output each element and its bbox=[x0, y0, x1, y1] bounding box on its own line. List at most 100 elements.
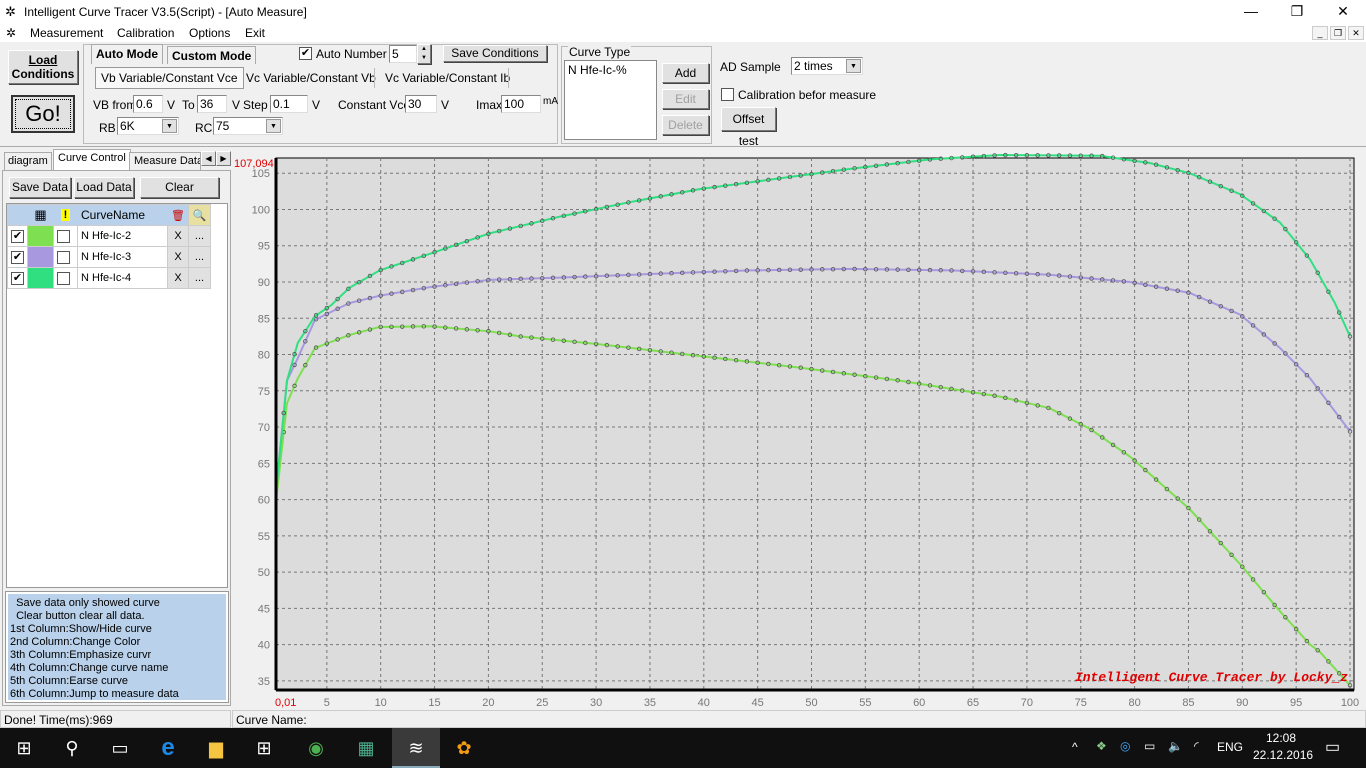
status-left: Done! Time(ms):969 bbox=[0, 710, 231, 728]
chevron-down-icon: ▼ bbox=[266, 119, 281, 133]
offset-test-button[interactable]: Offset test bbox=[721, 107, 776, 148]
tab-scroll-left[interactable]: ◀ bbox=[201, 151, 216, 166]
erase-button[interactable]: X bbox=[167, 267, 189, 289]
close-button[interactable]: ✕ bbox=[1320, 0, 1366, 24]
battery-icon[interactable]: ▭ bbox=[1144, 739, 1155, 753]
curve-table: ▦ ! CurveName 🗑 🔍 ✔ N Hfe-Ic-2 X ... ✔ N… bbox=[7, 204, 211, 289]
load-data-button[interactable]: Load Data bbox=[74, 177, 134, 198]
curve-name[interactable]: N Hfe-Ic-2 bbox=[77, 225, 168, 247]
curve-type-list[interactable]: N Hfe-Ic-% bbox=[564, 60, 657, 140]
y-tick-label: 80 bbox=[258, 350, 270, 362]
hfe-ic-chart[interactable]: 5 10 15 20 25 30 35 40 45 50 55 60 65 70 75 80 85 90 95 100… bbox=[232, 150, 1366, 709]
file-explorer-icon[interactable]: ▆ bbox=[192, 728, 240, 768]
emphasize-checkbox[interactable] bbox=[53, 246, 78, 268]
delete-button[interactable]: Delete bbox=[662, 115, 709, 135]
tab-diagram[interactable]: diagram bbox=[4, 152, 52, 170]
y-tick-label: 45 bbox=[258, 603, 270, 615]
jump-button[interactable]: ... bbox=[188, 267, 211, 289]
edit-button[interactable]: Edit bbox=[662, 89, 709, 109]
constant-vce-input[interactable]: 30 bbox=[405, 95, 437, 113]
edge-icon[interactable]: e bbox=[144, 728, 192, 768]
maximize-button[interactable]: ❐ bbox=[1274, 0, 1320, 24]
task-view-icon[interactable]: ▭ bbox=[96, 728, 144, 768]
dropbox-icon[interactable]: ❖ bbox=[1096, 739, 1107, 753]
add-button[interactable]: Add bbox=[662, 63, 709, 83]
auto-number-checkbox[interactable]: ✔ bbox=[299, 47, 312, 60]
emphasize-checkbox[interactable] bbox=[53, 267, 78, 289]
color-swatch[interactable] bbox=[27, 267, 54, 289]
menu-options[interactable]: Options bbox=[189, 26, 230, 40]
rc-select[interactable]: 75 ▼ bbox=[213, 117, 283, 135]
tab-vc-variable-vb[interactable]: Vc Variable/Constant Vb bbox=[246, 71, 376, 85]
tab-auto-mode[interactable]: Auto Mode bbox=[91, 44, 163, 64]
jump-button[interactable]: ... bbox=[188, 246, 211, 268]
auto-number-input[interactable]: 5 bbox=[389, 45, 417, 63]
tab-vb-variable[interactable]: Vb Variable/Constant Vce bbox=[95, 67, 244, 89]
tab-custom-mode[interactable]: Custom Mode bbox=[167, 46, 257, 64]
color-palette-icon: ▦ bbox=[27, 204, 54, 226]
save-data-button[interactable]: Save Data bbox=[9, 177, 71, 198]
ad-sample-select[interactable]: 2 times ▼ bbox=[791, 57, 863, 75]
tab-scroll-right[interactable]: ▶ bbox=[216, 151, 231, 166]
clock-time[interactable]: 12:08 bbox=[1266, 731, 1296, 745]
search-icon[interactable]: ⚲ bbox=[48, 728, 96, 768]
tab-vc-variable-ib[interactable]: Vc Variable/Constant Ib bbox=[385, 71, 510, 85]
y-tick-label: 100 bbox=[252, 204, 270, 216]
tab-curve-control[interactable]: Curve Control bbox=[53, 149, 131, 170]
active-app-icon[interactable]: ≋ bbox=[392, 728, 440, 768]
rb-select[interactable]: 6K ▼ bbox=[117, 117, 179, 135]
auto-number-spinner[interactable]: ▲ ▼ bbox=[417, 44, 431, 64]
tab-divider bbox=[374, 68, 375, 88]
color-swatch[interactable] bbox=[27, 225, 54, 247]
y-tick-label: 65 bbox=[258, 458, 270, 470]
curve-name[interactable]: N Hfe-Ic-4 bbox=[77, 267, 168, 289]
language-indicator[interactable]: ENG bbox=[1217, 740, 1243, 754]
clock-date[interactable]: 22.12.2016 bbox=[1253, 748, 1313, 762]
chevron-up-icon[interactable]: ^ bbox=[1072, 740, 1078, 754]
list-item[interactable]: N Hfe-Ic-% bbox=[565, 61, 656, 79]
load-conditions-button[interactable]: Load Conditions bbox=[8, 50, 78, 84]
rc-label: RC bbox=[195, 121, 213, 135]
chrome-icon[interactable]: ◉ bbox=[292, 728, 340, 768]
step-input[interactable]: 0.1 bbox=[270, 95, 308, 113]
app-icon-flower[interactable]: ✿ bbox=[440, 728, 488, 768]
vb-from-input[interactable]: 0.6 bbox=[133, 95, 163, 113]
calibration-checkbox[interactable] bbox=[721, 88, 734, 101]
erase-button[interactable]: X bbox=[167, 225, 189, 247]
notification-icon[interactable]: ▭ bbox=[1325, 737, 1340, 757]
erase-button[interactable]: X bbox=[167, 246, 189, 268]
clear-button[interactable]: Clear bbox=[140, 177, 219, 198]
status-curve-name: Curve Name: bbox=[232, 710, 1366, 728]
curve-tracer-app-icon[interactable]: ▦ bbox=[342, 728, 390, 768]
jump-button[interactable]: ... bbox=[188, 225, 211, 247]
rc-value: 75 bbox=[216, 119, 230, 133]
show-checkbox[interactable]: ✔ bbox=[7, 225, 28, 247]
mdi-minimize-button[interactable]: _ bbox=[1312, 26, 1328, 40]
menu-measurement[interactable]: Measurement bbox=[30, 26, 103, 40]
wifi-icon[interactable]: ◜ bbox=[1194, 739, 1199, 753]
menu-exit[interactable]: Exit bbox=[245, 26, 265, 40]
sync-icon[interactable]: ◎ bbox=[1120, 739, 1130, 753]
imax-input[interactable]: 100 bbox=[501, 95, 541, 113]
volume-icon[interactable]: 🔈 bbox=[1168, 739, 1183, 753]
tab-measure-data[interactable]: Measure Data bbox=[129, 152, 201, 170]
store-icon[interactable]: ⊞ bbox=[240, 728, 288, 768]
windows-start-icon[interactable]: ⊞ bbox=[0, 728, 48, 768]
show-checkbox[interactable]: ✔ bbox=[7, 246, 28, 268]
curve-name[interactable]: N Hfe-Ic-3 bbox=[77, 246, 168, 268]
color-swatch[interactable] bbox=[27, 246, 54, 268]
emphasize-checkbox[interactable] bbox=[53, 225, 78, 247]
table-row: ✔ N Hfe-Ic-4 X ... bbox=[7, 267, 211, 289]
to-input[interactable]: 36 bbox=[197, 95, 227, 113]
go-button[interactable]: Go! bbox=[11, 95, 75, 133]
mdi-restore-button[interactable]: ❐ bbox=[1330, 26, 1346, 40]
mdi-close-button[interactable]: ✕ bbox=[1348, 26, 1364, 40]
watermark: Intelligent Curve Tracer by Locky_z bbox=[1075, 670, 1348, 685]
show-checkbox[interactable]: ✔ bbox=[7, 267, 28, 289]
taskbar: ⊞ ⚲ ▭ e ▆ ⊞ ◉ ▦ ≋ ✿ ^ ❖ ◎ ▭ 🔈 ◜ ENG 12:0… bbox=[0, 728, 1366, 768]
minimize-button[interactable]: — bbox=[1228, 0, 1274, 24]
save-conditions-button[interactable]: Save Conditions bbox=[443, 45, 547, 62]
menu-calibration[interactable]: Calibration bbox=[117, 26, 174, 40]
x-tick-label: 5 bbox=[324, 697, 330, 709]
help-text-box: Save data only showed curve Clear button… bbox=[5, 591, 229, 703]
